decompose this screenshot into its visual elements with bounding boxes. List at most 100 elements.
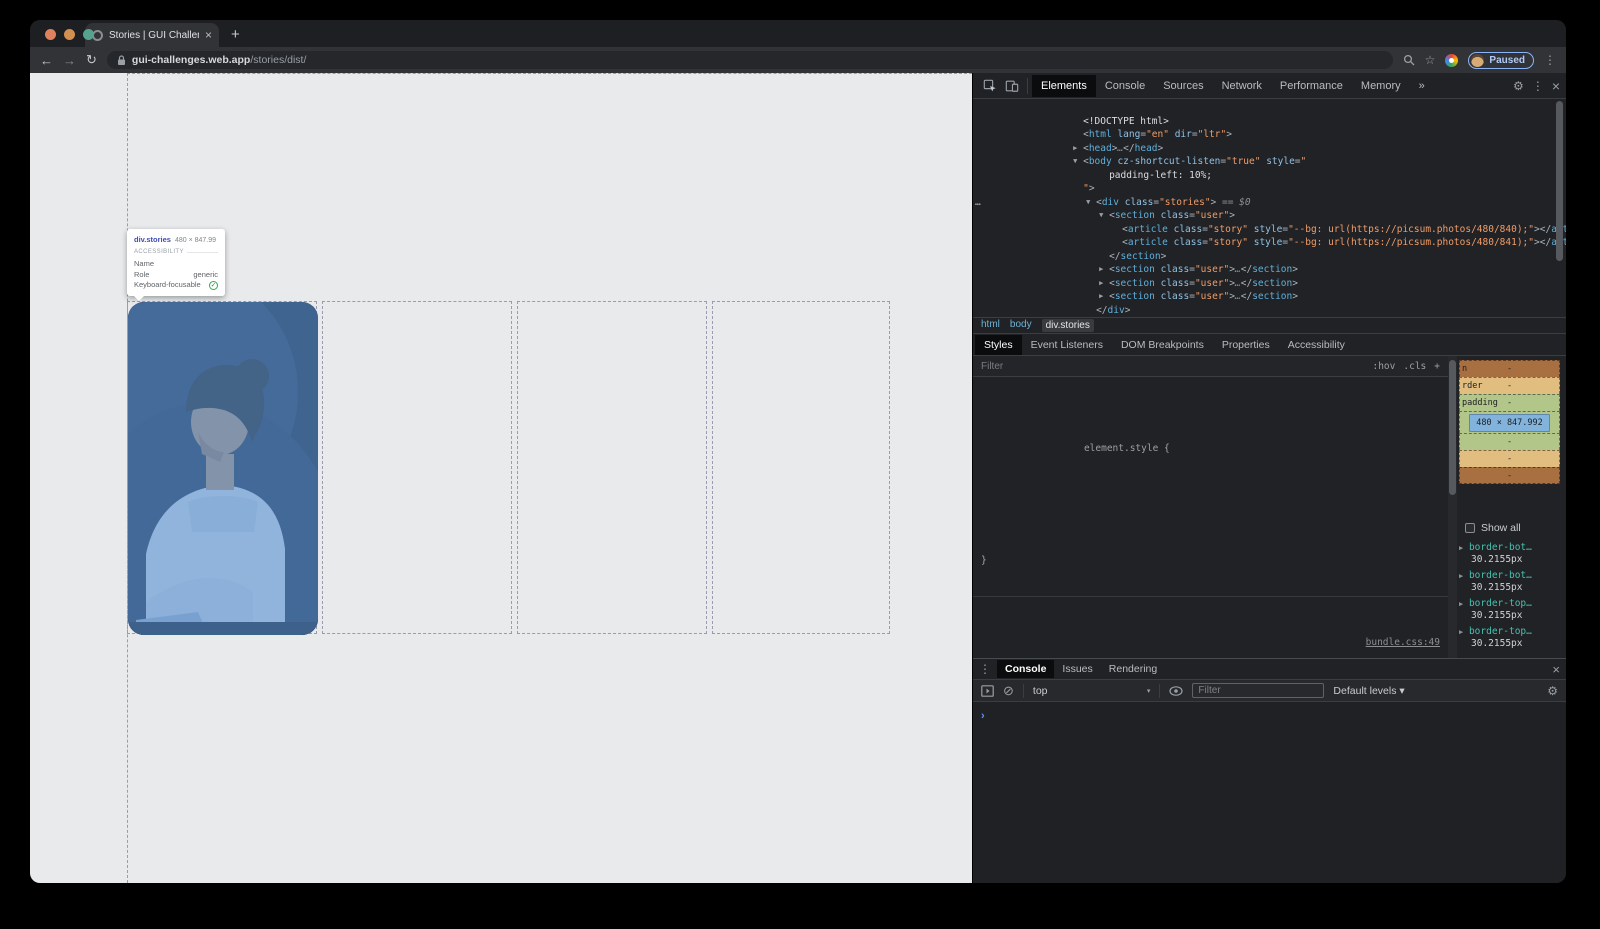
dom-tree-line[interactable]: </section> (973, 236, 1566, 250)
drawer-tab[interactable]: Console (997, 660, 1054, 678)
new-rule-button[interactable]: + (1434, 361, 1440, 372)
dom-tree-line[interactable]: ▶<section class="user">…</section> (973, 277, 1566, 291)
live-expression-eye-icon[interactable] (1169, 686, 1183, 696)
css-rule[interactable]: bundle.css:49 body > .stories { } (973, 597, 1448, 659)
dom-tree-line[interactable]: <!DOCTYPE html> (973, 101, 1566, 115)
expand-arrow-icon[interactable]: ▶ (1459, 628, 1463, 636)
box-model-margin[interactable]: - (1459, 467, 1560, 484)
dom-tree-line[interactable]: </body> (973, 304, 1566, 318)
devtools-close-icon[interactable]: × (1552, 78, 1560, 94)
profile-paused-chip[interactable]: Paused (1468, 52, 1534, 69)
reload-button[interactable]: ↻ (86, 52, 97, 68)
box-model-border[interactable]: - (1459, 450, 1560, 467)
devtools-tab[interactable]: Network (1213, 75, 1271, 97)
inspect-element-icon[interactable] (979, 79, 1001, 93)
styles-tab[interactable]: DOM Breakpoints (1112, 335, 1213, 355)
box-model-padding[interactable]: - (1459, 433, 1560, 450)
browser-menu-icon[interactable]: ⋮ (1544, 53, 1556, 67)
devtools-menu-icon[interactable]: ⋮ (1532, 79, 1544, 93)
styles-tab[interactable]: Accessibility (1279, 335, 1354, 355)
extension-icon[interactable] (1445, 54, 1458, 67)
dom-tree-line[interactable]: <html lang="en" dir="ltr"> (973, 115, 1566, 129)
css-rule[interactable]: element.style { } (973, 377, 1448, 597)
zoom-search-icon[interactable] (1403, 54, 1415, 66)
drawer-menu-icon[interactable]: ⋮ (979, 662, 991, 676)
dom-tree-line[interactable]: ▼<section class="user"> (973, 196, 1566, 210)
styles-scrollbar[interactable] (1448, 356, 1457, 658)
expand-arrow-icon[interactable]: ▶ (1459, 572, 1463, 580)
back-button[interactable]: ← (40, 53, 53, 68)
devtools-tab[interactable]: Sources (1154, 75, 1212, 97)
dom-tree-line[interactable]: <article class="story" style="--bg: url(… (973, 209, 1566, 223)
expand-arrow-icon[interactable]: ▶ (1459, 600, 1463, 608)
dom-tree-line[interactable]: ▼<body cz-shortcut-listen="true" style=" (973, 142, 1566, 156)
styles-tab[interactable]: Properties (1213, 335, 1279, 355)
elements-scrollbar[interactable] (1556, 101, 1563, 261)
minimize-window-button[interactable] (64, 29, 75, 40)
dom-tree-line[interactable]: </div> (973, 290, 1566, 304)
dom-tree-line[interactable]: ▶<section class="user">…</section> (973, 250, 1566, 264)
stylesheet-link[interactable]: bundle.css:49 (1366, 637, 1440, 650)
dom-tree-line[interactable]: padding-left: 10%; (973, 155, 1566, 169)
story-image[interactable] (128, 302, 318, 635)
devtools-tabs: ElementsConsoleSourcesNetworkPerformance… (1032, 75, 1410, 97)
dom-tree-line[interactable]: "> (973, 169, 1566, 183)
expand-arrow-icon[interactable]: ▶ (1459, 544, 1463, 552)
computed-property[interactable]: ▶ border-bot… 30.2155px (1459, 570, 1560, 594)
drawer-tab[interactable]: Issues (1054, 660, 1100, 678)
context-dropdown-icon[interactable]: ▾ (1147, 687, 1151, 695)
box-model-margin[interactable]: n- (1459, 360, 1560, 377)
zoom-window-button[interactable] (83, 29, 94, 40)
story-cell[interactable] (127, 301, 317, 634)
log-levels-dropdown[interactable]: Default levels ▾ (1333, 685, 1404, 697)
tab-close-icon[interactable]: × (205, 30, 212, 40)
devtools-settings-icon[interactable]: ⚙ (1513, 79, 1524, 93)
styles-tab[interactable]: Event Listeners (1022, 335, 1112, 355)
computed-property[interactable]: ▶ border-bot… 30.2155px (1459, 542, 1560, 566)
console-prompt-icon[interactable]: › (981, 710, 985, 722)
dom-tree-line[interactable]: ▶<section class="user">…</section> (973, 263, 1566, 277)
hover-state-button[interactable]: :hov (1372, 361, 1395, 372)
console-output[interactable]: › (973, 702, 1566, 883)
show-all-row: Show all (1465, 522, 1560, 534)
computed-property[interactable]: ▶ border-top… 30.2155px (1459, 598, 1560, 622)
breadcrumb-item[interactable]: body (1010, 319, 1032, 332)
show-all-checkbox[interactable] (1465, 523, 1475, 533)
new-tab-button[interactable]: + (231, 26, 240, 43)
styles-tab[interactable]: Styles (975, 335, 1022, 355)
box-model: n- rder- padding- 480 × 847.992 - - - (1459, 360, 1560, 484)
drawer-tab[interactable]: Rendering (1101, 660, 1165, 678)
styles-tab-bar: StylesEvent ListenersDOM BreakpointsProp… (973, 334, 1566, 356)
class-toggle-button[interactable]: .cls (1403, 361, 1426, 372)
browser-tab[interactable]: Stories | GUI Challenges × (85, 23, 219, 47)
device-toolbar-icon[interactable] (1001, 79, 1023, 93)
dom-tree-line[interactable]: ▶<head>…</head> (973, 128, 1566, 142)
more-tabs-icon[interactable]: » (1410, 75, 1434, 97)
forward-button[interactable]: → (63, 53, 76, 68)
close-window-button[interactable] (45, 29, 56, 40)
devtools-tab[interactable]: Elements (1032, 75, 1096, 97)
box-model-content[interactable]: 480 × 847.992 (1459, 411, 1560, 433)
box-model-padding[interactable]: padding- (1459, 394, 1560, 411)
dom-tree-line[interactable]: …▼<div class="stories"> == $0 (973, 182, 1566, 196)
dom-tree-line[interactable]: <article class="story" style="--bg: url(… (973, 223, 1566, 237)
devtools-tab[interactable]: Console (1096, 75, 1154, 97)
computed-property[interactable]: ▶ border-top… 30.2155px (1459, 626, 1560, 650)
styles-filter-input[interactable] (981, 361, 1364, 372)
drawer-close-icon[interactable]: × (1552, 662, 1560, 677)
console-filter-input[interactable] (1192, 683, 1324, 698)
context-selector[interactable]: top (1033, 685, 1138, 697)
console-settings-icon[interactable]: ⚙ (1547, 684, 1558, 698)
tab-title: Stories | GUI Challenges (109, 30, 199, 41)
breadcrumb-item[interactable]: div.stories (1042, 319, 1094, 332)
console-drawer: ⋮ ConsoleIssuesRendering × ⊘ top ▾ (973, 658, 1566, 883)
breadcrumb-item[interactable]: html (981, 319, 1000, 332)
devtools-tab[interactable]: Performance (1271, 75, 1352, 97)
bookmark-star-icon[interactable]: ☆ (1425, 53, 1436, 67)
console-sidebar-icon[interactable] (981, 685, 994, 697)
clear-console-icon[interactable]: ⊘ (1003, 683, 1014, 699)
tooltip-element-size: 480 × 847.99 (175, 237, 216, 244)
address-bar[interactable]: gui-challenges.web.app/stories/dist/ (107, 51, 1393, 69)
box-model-border[interactable]: rder- (1459, 377, 1560, 394)
devtools-tab[interactable]: Memory (1352, 75, 1410, 97)
